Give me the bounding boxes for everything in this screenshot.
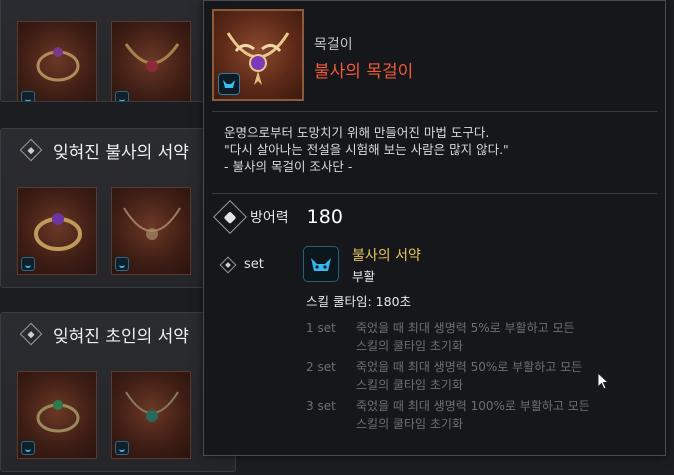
stat-label: 방어력: [250, 210, 289, 226]
set-panel-undying: 잊혀진 불사의 서약: [0, 128, 236, 288]
divider: [212, 193, 657, 194]
class-badge-icon: [115, 257, 129, 271]
set-effect-line: 죽었을 때 최대 생명력 100%로 부활하고 모든: [356, 399, 590, 413]
item-description: 운명으로부터 도망치기 위해 만들어진 마법 도구다. "다시 살아나는 전설을…: [224, 124, 644, 175]
item-slot[interactable]: [111, 371, 191, 459]
diamond-icon: [19, 138, 43, 162]
skill-cooldown: 스킬 쿨타임: 180초: [306, 294, 412, 309]
item-slot[interactable]: [111, 21, 191, 101]
divider: [212, 111, 657, 112]
set-effect-line: 스킬의 쿨타임 초기화: [356, 417, 463, 431]
description-line: "다시 살아나는 전설을 시험해 보는 사람은 많지 않다.": [224, 142, 509, 157]
diamond-icon: [219, 256, 237, 273]
set-effect-line: 죽었을 때 최대 생명력 50%로 부활하고 모든: [356, 360, 583, 374]
mouse-cursor-icon: [597, 372, 610, 390]
class-badge-icon: [115, 441, 129, 455]
set-effect-line: 죽었을 때 최대 생명력 5%로 부활하고 모든: [356, 321, 575, 335]
diamond-icon: [19, 322, 43, 346]
item-slot[interactable]: [17, 21, 97, 101]
item-icon: [212, 9, 304, 101]
defense-stat: 방어력 180: [213, 200, 343, 234]
item-type: 목걸이: [314, 37, 353, 53]
item-slot[interactable]: [17, 371, 97, 459]
item-name: 불사의 목걸이: [314, 62, 414, 82]
ring-icon: [36, 47, 80, 82]
necklace-icon: [124, 43, 180, 72]
shield-icon: [213, 200, 247, 234]
description-line: 운명으로부터 도망치기 위해 만들어진 마법 도구다.: [224, 125, 490, 140]
set-panel-superhuman: 잊혀진 초인의 서약: [0, 312, 236, 472]
class-badge-icon: [21, 91, 35, 101]
set-subtitle: 부활: [352, 269, 376, 284]
set-panel-header[interactable]: 잊혀진 불사의 서약: [1, 129, 235, 171]
set-panel-header[interactable]: 잊혀진 초인의 서약: [1, 313, 235, 355]
set-panel-title: 잊혀진 불사의 서약: [53, 142, 189, 163]
class-badge-icon: [21, 257, 35, 271]
class-badge-icon: [115, 91, 129, 101]
class-badge-icon: [218, 73, 240, 95]
set-effect-line: 스킬의 쿨타임 초기화: [356, 339, 463, 353]
stat-value: 180: [306, 206, 343, 228]
set-label: set: [244, 257, 264, 272]
set-section-label: set: [219, 256, 264, 273]
item-slot[interactable]: [17, 187, 97, 275]
set-effect-count: 1 set: [306, 321, 336, 335]
set-name: 불사의 서약: [352, 248, 421, 264]
set-icon: [303, 246, 339, 282]
set-effect-line: 스킬의 쿨타임 초기화: [356, 378, 463, 392]
set-effect-count: 2 set: [306, 360, 336, 374]
item-slot[interactable]: [111, 187, 191, 275]
description-line: - 불사의 목걸이 조사단 -: [224, 159, 353, 174]
set-panel-top: [0, 0, 236, 102]
set-panel-title: 잊혀진 초인의 서약: [53, 326, 189, 347]
set-effect-count: 3 set: [306, 399, 336, 413]
class-badge-icon: [21, 441, 35, 455]
